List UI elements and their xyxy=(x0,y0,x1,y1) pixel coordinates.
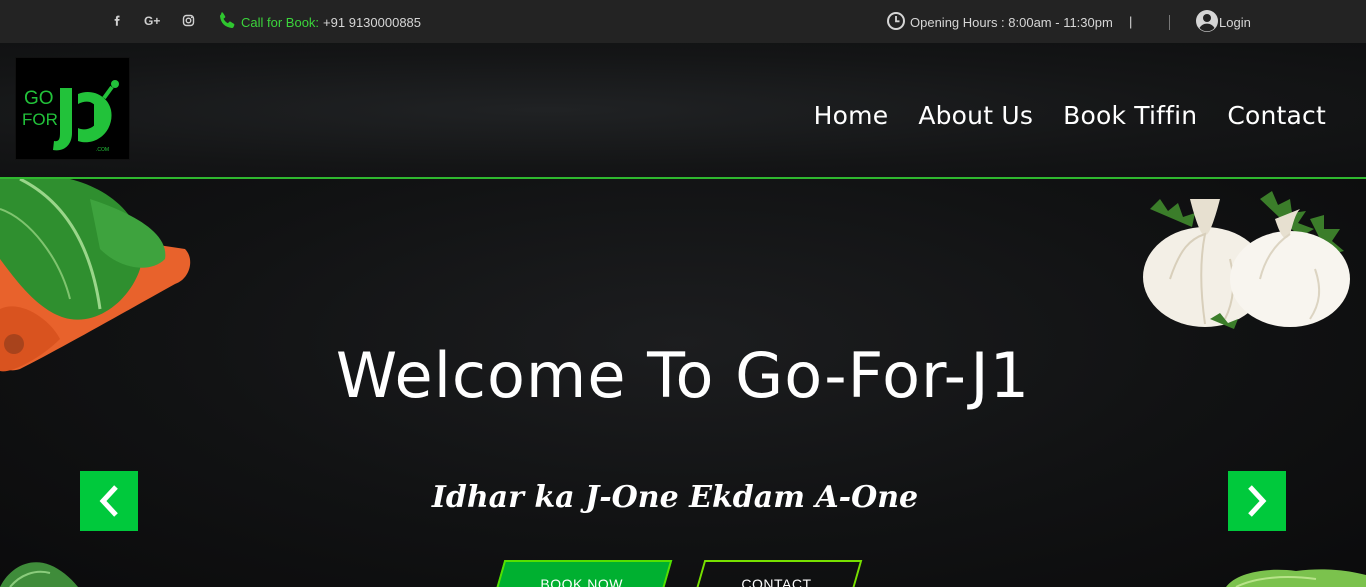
nav-book-tiffin[interactable]: Book Tiffin xyxy=(1063,101,1197,130)
contact-label: CONTACT xyxy=(741,576,812,587)
book-now-button[interactable]: BOOK NOW xyxy=(491,560,673,587)
facebook-icon[interactable] xyxy=(109,13,125,29)
hero-tagline: Idhar ka J-One Ekdam A-One xyxy=(431,480,919,515)
chevron-left-icon xyxy=(99,485,118,517)
top-bar: G+ Call for Book: +91 9130000885 Opening… xyxy=(0,0,1366,43)
clock-icon xyxy=(885,10,907,35)
phone-label: Call for Book: xyxy=(241,14,320,30)
login-link[interactable]: Login xyxy=(1195,7,1251,37)
logo-for-text: FOR xyxy=(22,110,58,129)
phone-contact[interactable]: Call for Book: +91 9130000885 xyxy=(217,10,421,34)
nav-contact[interactable]: Contact xyxy=(1227,101,1326,130)
nav-home[interactable]: Home xyxy=(814,101,889,130)
slider-prev-button[interactable] xyxy=(80,471,138,531)
garlic-image xyxy=(1143,191,1350,329)
login-label[interactable]: Login xyxy=(1219,15,1251,30)
main-nav: Home About Us Book Tiffin Contact xyxy=(814,101,1326,130)
svg-text:G+: G+ xyxy=(144,14,160,28)
site-logo[interactable]: GO FOR .COM xyxy=(15,57,130,160)
separator xyxy=(1169,15,1170,30)
user-icon xyxy=(1195,9,1219,36)
lettuce-right-image xyxy=(1226,569,1366,587)
lettuce-left-image xyxy=(0,562,78,587)
instagram-icon[interactable] xyxy=(181,13,197,29)
nav-about-us[interactable]: About Us xyxy=(918,101,1033,130)
site-header: GO FOR .COM Home About Us Book Tiffin Co… xyxy=(0,43,1366,179)
topbar-divider: | xyxy=(1129,14,1133,29)
hero-slider: Welcome To Go-For-J1 Idhar ka J-One Ekda… xyxy=(0,179,1366,587)
google-plus-icon[interactable]: G+ xyxy=(143,13,163,29)
contact-button[interactable]: CONTACT xyxy=(691,560,863,587)
opening-hours-text: Opening Hours : 8:00am - 11:30pm xyxy=(910,14,1113,30)
svg-text:.COM: .COM xyxy=(96,147,109,153)
chevron-right-icon xyxy=(1248,485,1267,517)
slider-next-button[interactable] xyxy=(1228,471,1286,531)
book-now-label: BOOK NOW xyxy=(540,576,623,587)
logo-go-text: GO xyxy=(24,88,54,109)
opening-hours: Opening Hours : 8:00am - 11:30pm xyxy=(885,9,1113,35)
phone-icon xyxy=(217,11,237,34)
hero-title: Welcome To Go-For-J1 xyxy=(335,339,1031,412)
phone-number[interactable]: +91 9130000885 xyxy=(323,15,421,30)
